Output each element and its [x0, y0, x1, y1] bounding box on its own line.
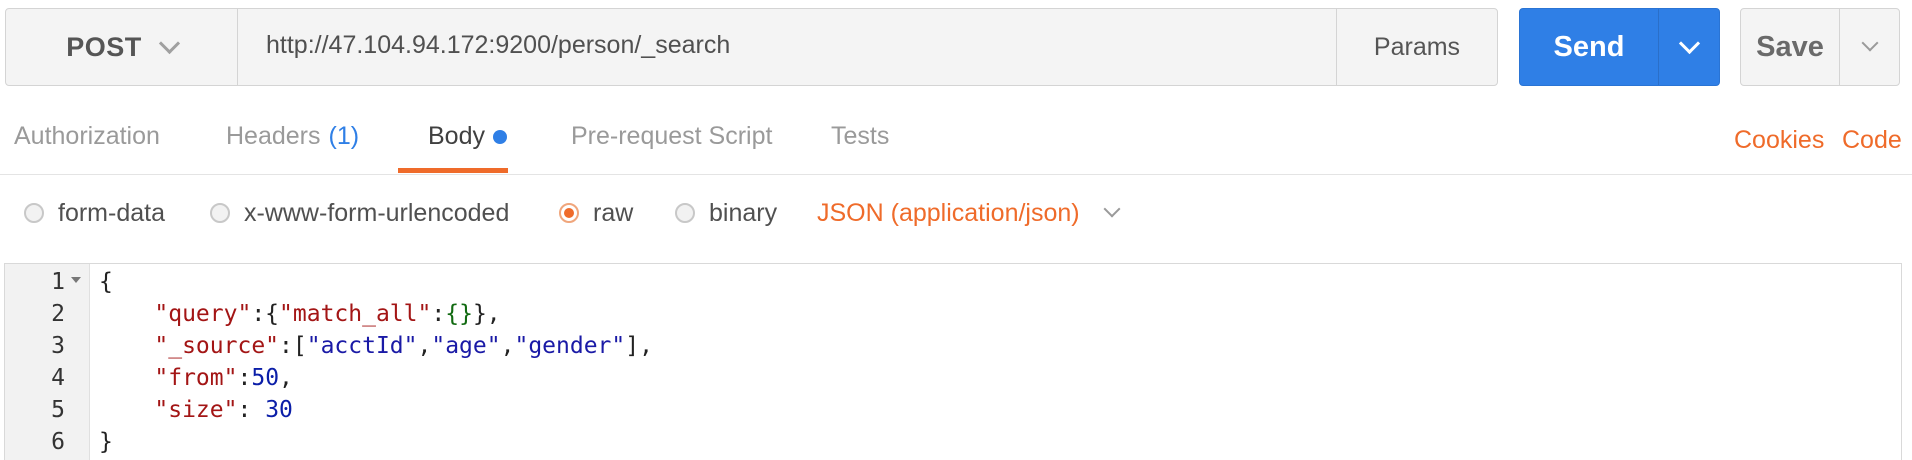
- code-editor[interactable]: 1 2 3 4 5 6 { "query":{"match_all":{}}, …: [4, 263, 1902, 460]
- radio-icon: [24, 203, 44, 223]
- tab-label: Tests: [831, 121, 890, 150]
- line-number: 6: [51, 429, 65, 455]
- chevron-down-icon: [1861, 34, 1878, 52]
- tab-pre-request-script[interactable]: Pre-request Script: [571, 100, 772, 172]
- code-line: "_source":["acctId","age","gender"],: [154, 333, 653, 359]
- save-options-button[interactable]: [1839, 9, 1899, 85]
- chevron-down-icon: [158, 32, 180, 54]
- body-type-raw[interactable]: raw: [559, 197, 633, 229]
- tab-label: Authorization: [14, 121, 160, 150]
- tab-body[interactable]: Body: [428, 100, 507, 172]
- save-button[interactable]: Save: [1741, 9, 1839, 85]
- body-type-urlencoded[interactable]: x-www-form-urlencoded: [210, 197, 509, 229]
- body-type-binary[interactable]: binary: [675, 197, 777, 229]
- line-number: 1: [51, 269, 65, 295]
- option-label: form-data: [58, 198, 165, 227]
- content-type-label: JSON (application/json): [817, 198, 1080, 227]
- chevron-down-icon: [1678, 32, 1700, 54]
- line-number: 5: [51, 397, 65, 423]
- active-tab-indicator: [398, 168, 508, 173]
- tab-label: Body: [428, 121, 485, 150]
- code-line: }: [99, 429, 113, 455]
- radio-checked-icon: [559, 203, 579, 223]
- url-group: POST Params: [5, 8, 1498, 86]
- code-line: "query":{"match_all":{}},: [154, 301, 501, 327]
- tab-headers[interactable]: Headers (1): [226, 100, 359, 172]
- cookies-link[interactable]: Cookies: [1734, 126, 1824, 155]
- line-number-gutter: 1 2 3 4 5 6: [5, 264, 90, 460]
- method-label: POST: [66, 31, 142, 62]
- tab-label: Headers: [226, 121, 321, 150]
- tab-tests[interactable]: Tests: [831, 100, 889, 172]
- code-link[interactable]: Code: [1842, 126, 1902, 155]
- content-type-select[interactable]: JSON (application/json): [817, 197, 1121, 229]
- fold-arrow-icon[interactable]: [71, 277, 81, 283]
- method-select[interactable]: POST: [6, 9, 238, 85]
- body-type-selector: form-data x-www-form-urlencoded raw bina…: [0, 175, 1912, 253]
- radio-icon: [210, 203, 230, 223]
- option-label: binary: [709, 198, 778, 227]
- tab-authorization[interactable]: Authorization: [14, 100, 160, 172]
- code-line: "from":50,: [154, 365, 293, 391]
- line-number: 4: [51, 365, 65, 391]
- tab-label: Pre-request Script: [571, 121, 773, 150]
- send-options-button[interactable]: [1658, 9, 1719, 85]
- headers-count-badge: (1): [328, 121, 360, 150]
- option-label: x-www-form-urlencoded: [244, 198, 510, 227]
- code-line: "size": 30: [154, 397, 293, 423]
- code-line: {: [99, 269, 113, 295]
- radio-icon: [675, 203, 695, 223]
- send-button[interactable]: Send: [1520, 9, 1658, 85]
- save-group: Save: [1740, 8, 1900, 86]
- request-bar: POST Params Send Save: [0, 0, 1912, 100]
- chevron-down-icon: [1103, 200, 1121, 218]
- request-tabs: Authorization Headers (1) Body Pre-reque…: [0, 100, 1912, 175]
- url-input[interactable]: [238, 9, 1336, 85]
- modified-dot-icon: [492, 130, 507, 144]
- option-label: raw: [593, 198, 634, 227]
- line-number: 3: [51, 333, 65, 359]
- params-button[interactable]: Params: [1336, 9, 1497, 85]
- line-number: 2: [51, 301, 65, 327]
- send-group: Send: [1519, 8, 1720, 86]
- body-type-form-data[interactable]: form-data: [24, 197, 165, 229]
